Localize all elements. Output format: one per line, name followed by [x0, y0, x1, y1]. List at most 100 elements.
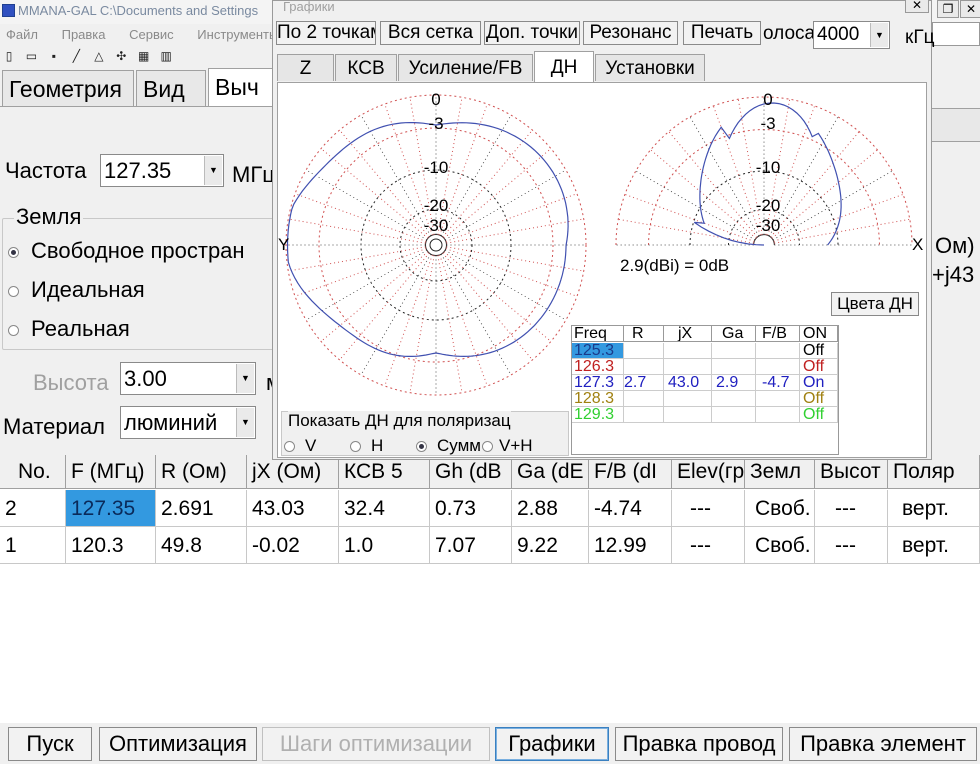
close-icon[interactable]: ✕	[905, 0, 929, 13]
ground-real[interactable]: Реальная	[8, 316, 130, 342]
cell-r[interactable]: 49.8	[156, 527, 247, 564]
col-freq[interactable]: F (МГц)	[66, 455, 156, 489]
col-jx[interactable]: jX (Ом)	[247, 455, 339, 489]
start-button[interactable]: Пуск	[8, 727, 92, 761]
cell-fb[interactable]: -4.74	[589, 490, 672, 527]
mini-cell-on[interactable]: Off	[800, 359, 838, 375]
col-ground[interactable]: Земл	[745, 455, 815, 489]
calc-icon[interactable]: ▦	[135, 47, 153, 65]
cell-no[interactable]: 2	[0, 490, 66, 527]
cell-polar[interactable]: верт.	[888, 490, 980, 527]
menu-tools[interactable]: Инструменты	[197, 27, 278, 42]
col-fb[interactable]: F/B (dI	[589, 455, 672, 489]
cell-swr[interactable]: 32.4	[339, 490, 430, 527]
chart-icon[interactable]: ▥	[157, 47, 175, 65]
menu-edit[interactable]: Правка	[62, 27, 106, 42]
col-ga[interactable]: Ga (dE	[512, 455, 589, 489]
cell-height[interactable]: ---	[815, 527, 888, 564]
mini-cell-on[interactable]: On	[800, 375, 838, 391]
col-r[interactable]: R (Ом)	[156, 455, 247, 489]
cell-fb[interactable]: 12.99	[589, 527, 672, 564]
radio-ideal[interactable]	[8, 285, 19, 297]
save-icon[interactable]: ▪	[45, 47, 63, 65]
cell-gh[interactable]: 7.07	[430, 527, 512, 564]
cell-swr[interactable]: 1.0	[339, 527, 430, 564]
pol-v[interactable]: V	[284, 436, 316, 456]
cell-r[interactable]: 2.691	[156, 490, 247, 527]
radio-vh[interactable]	[482, 441, 493, 453]
col-polar[interactable]: Поляр	[888, 455, 980, 489]
cell-freq[interactable]: 127.35	[66, 490, 156, 527]
close-main-icon[interactable]: ✕	[960, 0, 980, 18]
radio-free-space[interactable]	[8, 246, 19, 258]
resonance-button[interactable]: Резонанс	[583, 21, 678, 45]
print-button[interactable]: Печать	[683, 21, 761, 45]
chevron-down-icon[interactable]: ▼	[236, 408, 254, 437]
menu-service[interactable]: Сервис	[129, 27, 174, 42]
pol-sum[interactable]: Сумм	[416, 436, 481, 456]
chevron-down-icon[interactable]: ▼	[236, 364, 254, 393]
pattern-colors-button[interactable]: Цвета ДН	[831, 292, 919, 316]
mini-cell-on[interactable]: Off	[800, 407, 838, 423]
radio-real[interactable]	[8, 324, 19, 336]
extra-points-button[interactable]: Доп. точки	[484, 21, 580, 45]
cell-elev[interactable]: ---	[672, 490, 745, 527]
cell-ga[interactable]: 2.88	[512, 490, 589, 527]
table-row[interactable]: 2 127.35 2.691 43.03 32.4 0.73 2.88 -4.7…	[0, 490, 980, 527]
cell-ground[interactable]: Своб.	[745, 527, 815, 564]
radio-v[interactable]	[284, 441, 295, 453]
menu-file[interactable]: Файл	[6, 27, 38, 42]
col-height[interactable]: Высот	[815, 455, 888, 489]
graphs-button[interactable]: Графики	[495, 727, 609, 761]
cell-polar[interactable]: верт.	[888, 527, 980, 564]
full-grid-button[interactable]: Вся сетка	[380, 21, 481, 45]
ground-ideal[interactable]: Идеальная	[8, 277, 145, 303]
pol-h[interactable]: H	[350, 436, 383, 456]
cell-elev[interactable]: ---	[672, 527, 745, 564]
optimize-button[interactable]: Оптимизация	[99, 727, 257, 761]
tab-view[interactable]: Вид	[136, 70, 206, 106]
col-swr[interactable]: КСВ 5	[339, 455, 430, 489]
cell-freq[interactable]: 120.3	[66, 527, 156, 564]
restore-icon[interactable]: ❐	[937, 0, 959, 18]
tab-swr[interactable]: КСВ	[335, 54, 397, 81]
mini-cell-on[interactable]: Off	[800, 343, 838, 359]
cell-jx[interactable]: -0.02	[247, 527, 339, 564]
table-row[interactable]: 1 120.3 49.8 -0.02 1.0 7.07 9.22 12.99 -…	[0, 527, 980, 564]
col-no[interactable]: No.	[0, 455, 66, 489]
cell-ground[interactable]: Своб.	[745, 490, 815, 527]
cell-gh[interactable]: 0.73	[430, 490, 512, 527]
two-points-button[interactable]: По 2 точкам	[276, 21, 376, 45]
wrench-icon[interactable]: ✣	[112, 47, 130, 65]
pol-vh[interactable]: V+H	[482, 436, 533, 456]
col-gh[interactable]: Gh (dB	[430, 455, 512, 489]
tab-calculate[interactable]: Выч	[208, 68, 278, 106]
band-combo[interactable]: 4000 ▼	[813, 21, 890, 49]
opt-steps-button[interactable]: Шаги оптимизации	[262, 727, 490, 761]
chevron-down-icon[interactable]: ▼	[870, 23, 888, 47]
tab-geometry[interactable]: Геометрия	[2, 70, 134, 106]
cell-jx[interactable]: 43.03	[247, 490, 339, 527]
material-combo[interactable]: люминий ▼	[120, 406, 256, 439]
edit-element-button[interactable]: Правка элемент	[789, 727, 977, 761]
ground-free-space[interactable]: Свободное простран	[8, 238, 245, 264]
new-icon[interactable]: ▯	[0, 47, 18, 65]
mini-cell-on[interactable]: Off	[800, 391, 838, 407]
cell-ga[interactable]: 9.22	[512, 527, 589, 564]
tab-settings[interactable]: Установки	[595, 54, 705, 81]
triangle-icon[interactable]: △	[90, 47, 108, 65]
cell-no[interactable]: 1	[0, 527, 66, 564]
freq-combo[interactable]: 127.35 ▼	[100, 154, 224, 187]
tab-pattern[interactable]: ДН	[534, 51, 594, 82]
chevron-down-icon[interactable]: ▼	[204, 156, 222, 185]
col-elev[interactable]: Elev(гр	[672, 455, 745, 489]
tab-z[interactable]: Z	[277, 54, 334, 81]
open-icon[interactable]: ▭	[22, 47, 40, 65]
line-icon[interactable]: ╱	[67, 47, 85, 65]
cell-height[interactable]: ---	[815, 490, 888, 527]
radio-h[interactable]	[350, 441, 361, 453]
tab-gain-fb[interactable]: Усиление/FB	[398, 54, 533, 81]
radio-sum[interactable]	[416, 441, 427, 453]
height-combo[interactable]: 3.00 ▼	[120, 362, 256, 395]
edit-wire-button[interactable]: Правка провод	[615, 727, 783, 761]
